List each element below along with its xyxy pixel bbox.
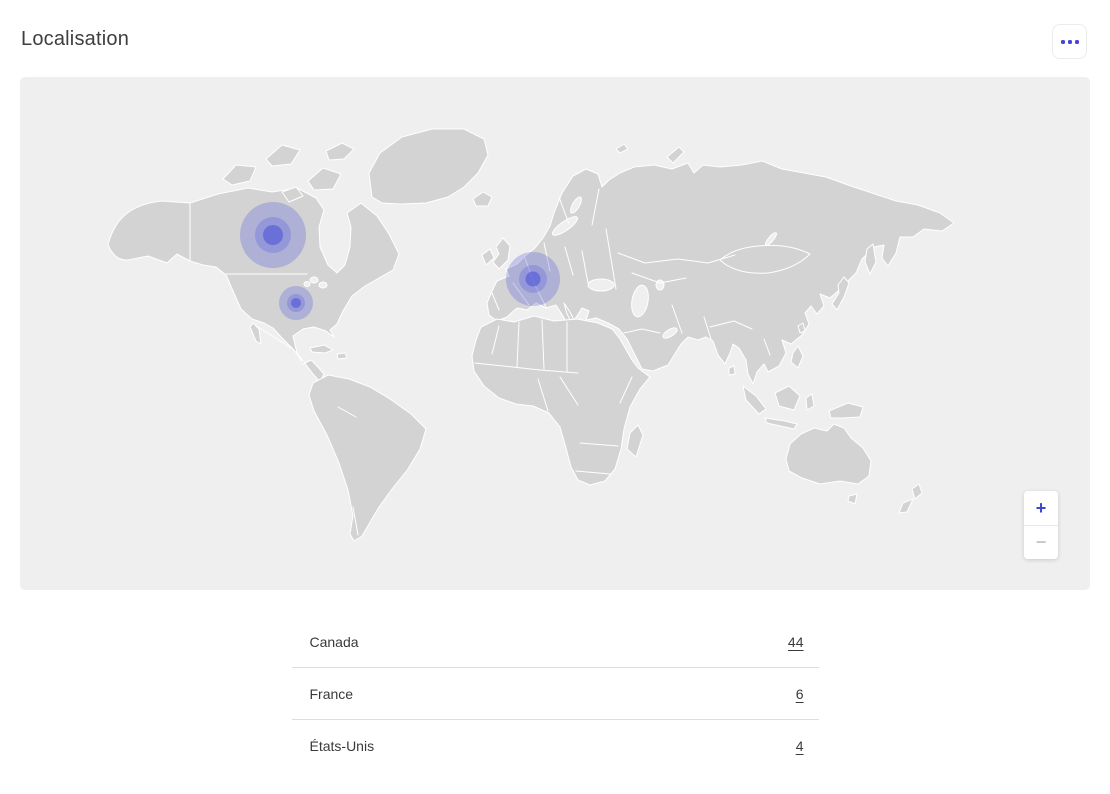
table-row: États-Unis 4 — [292, 720, 819, 772]
country-label: Canada — [310, 634, 359, 650]
minus-icon: − — [1036, 532, 1047, 553]
bubble-core — [291, 298, 301, 308]
table-row: France 6 — [292, 668, 819, 720]
region-new-guinea — [829, 403, 863, 418]
great-lakes — [319, 282, 327, 288]
country-value-link[interactable]: 44 — [788, 634, 804, 650]
region-baja-california — [250, 323, 261, 344]
region-iceland — [473, 192, 492, 206]
region-indonesia — [743, 386, 814, 429]
region-tasmania — [848, 494, 857, 504]
region-new-zealand — [899, 484, 922, 513]
table-row: Canada 44 — [292, 616, 819, 668]
region-alaska — [108, 201, 190, 263]
plus-icon: + — [1036, 498, 1047, 519]
map-zoom-control: + − — [1024, 491, 1058, 559]
zoom-in-button[interactable]: + — [1024, 491, 1058, 525]
region-madagascar — [627, 425, 643, 457]
map-bubble-etats-unis[interactable] — [279, 286, 313, 320]
black-sea — [588, 279, 614, 291]
country-table: Canada 44 France 6 États-Unis 4 — [292, 616, 819, 772]
country-value-link[interactable]: 6 — [796, 686, 804, 702]
bubble-core — [526, 272, 541, 287]
region-ireland — [482, 249, 494, 265]
zoom-out-button[interactable]: − — [1024, 525, 1058, 559]
continent-australia — [786, 424, 871, 484]
region-philippines — [791, 346, 803, 368]
country-label: États-Unis — [310, 738, 375, 754]
localisation-widget: Localisation — [0, 0, 1110, 794]
continent-africa — [472, 316, 650, 485]
world-map[interactable]: + − — [20, 77, 1090, 590]
region-caribbean — [310, 345, 347, 359]
bubble-core — [263, 225, 283, 245]
page-title: Localisation — [21, 28, 129, 51]
region-greenland — [369, 129, 488, 204]
widget-menu-button[interactable] — [1052, 24, 1087, 59]
country-label: France — [310, 686, 354, 702]
region-sri-lanka — [729, 366, 735, 375]
great-lakes — [304, 282, 310, 287]
region-great-britain — [493, 238, 510, 269]
region-arctic-russia-islands — [616, 144, 684, 163]
map-bubble-france[interactable] — [506, 252, 560, 306]
widget-header: Localisation — [0, 0, 1110, 59]
ellipsis-icon — [1061, 40, 1079, 44]
country-value-link[interactable]: 4 — [796, 738, 804, 754]
continent-south-america — [309, 375, 426, 541]
world-map-svg — [20, 77, 1090, 590]
great-lakes — [310, 277, 318, 283]
map-bubble-canada[interactable] — [240, 202, 306, 268]
